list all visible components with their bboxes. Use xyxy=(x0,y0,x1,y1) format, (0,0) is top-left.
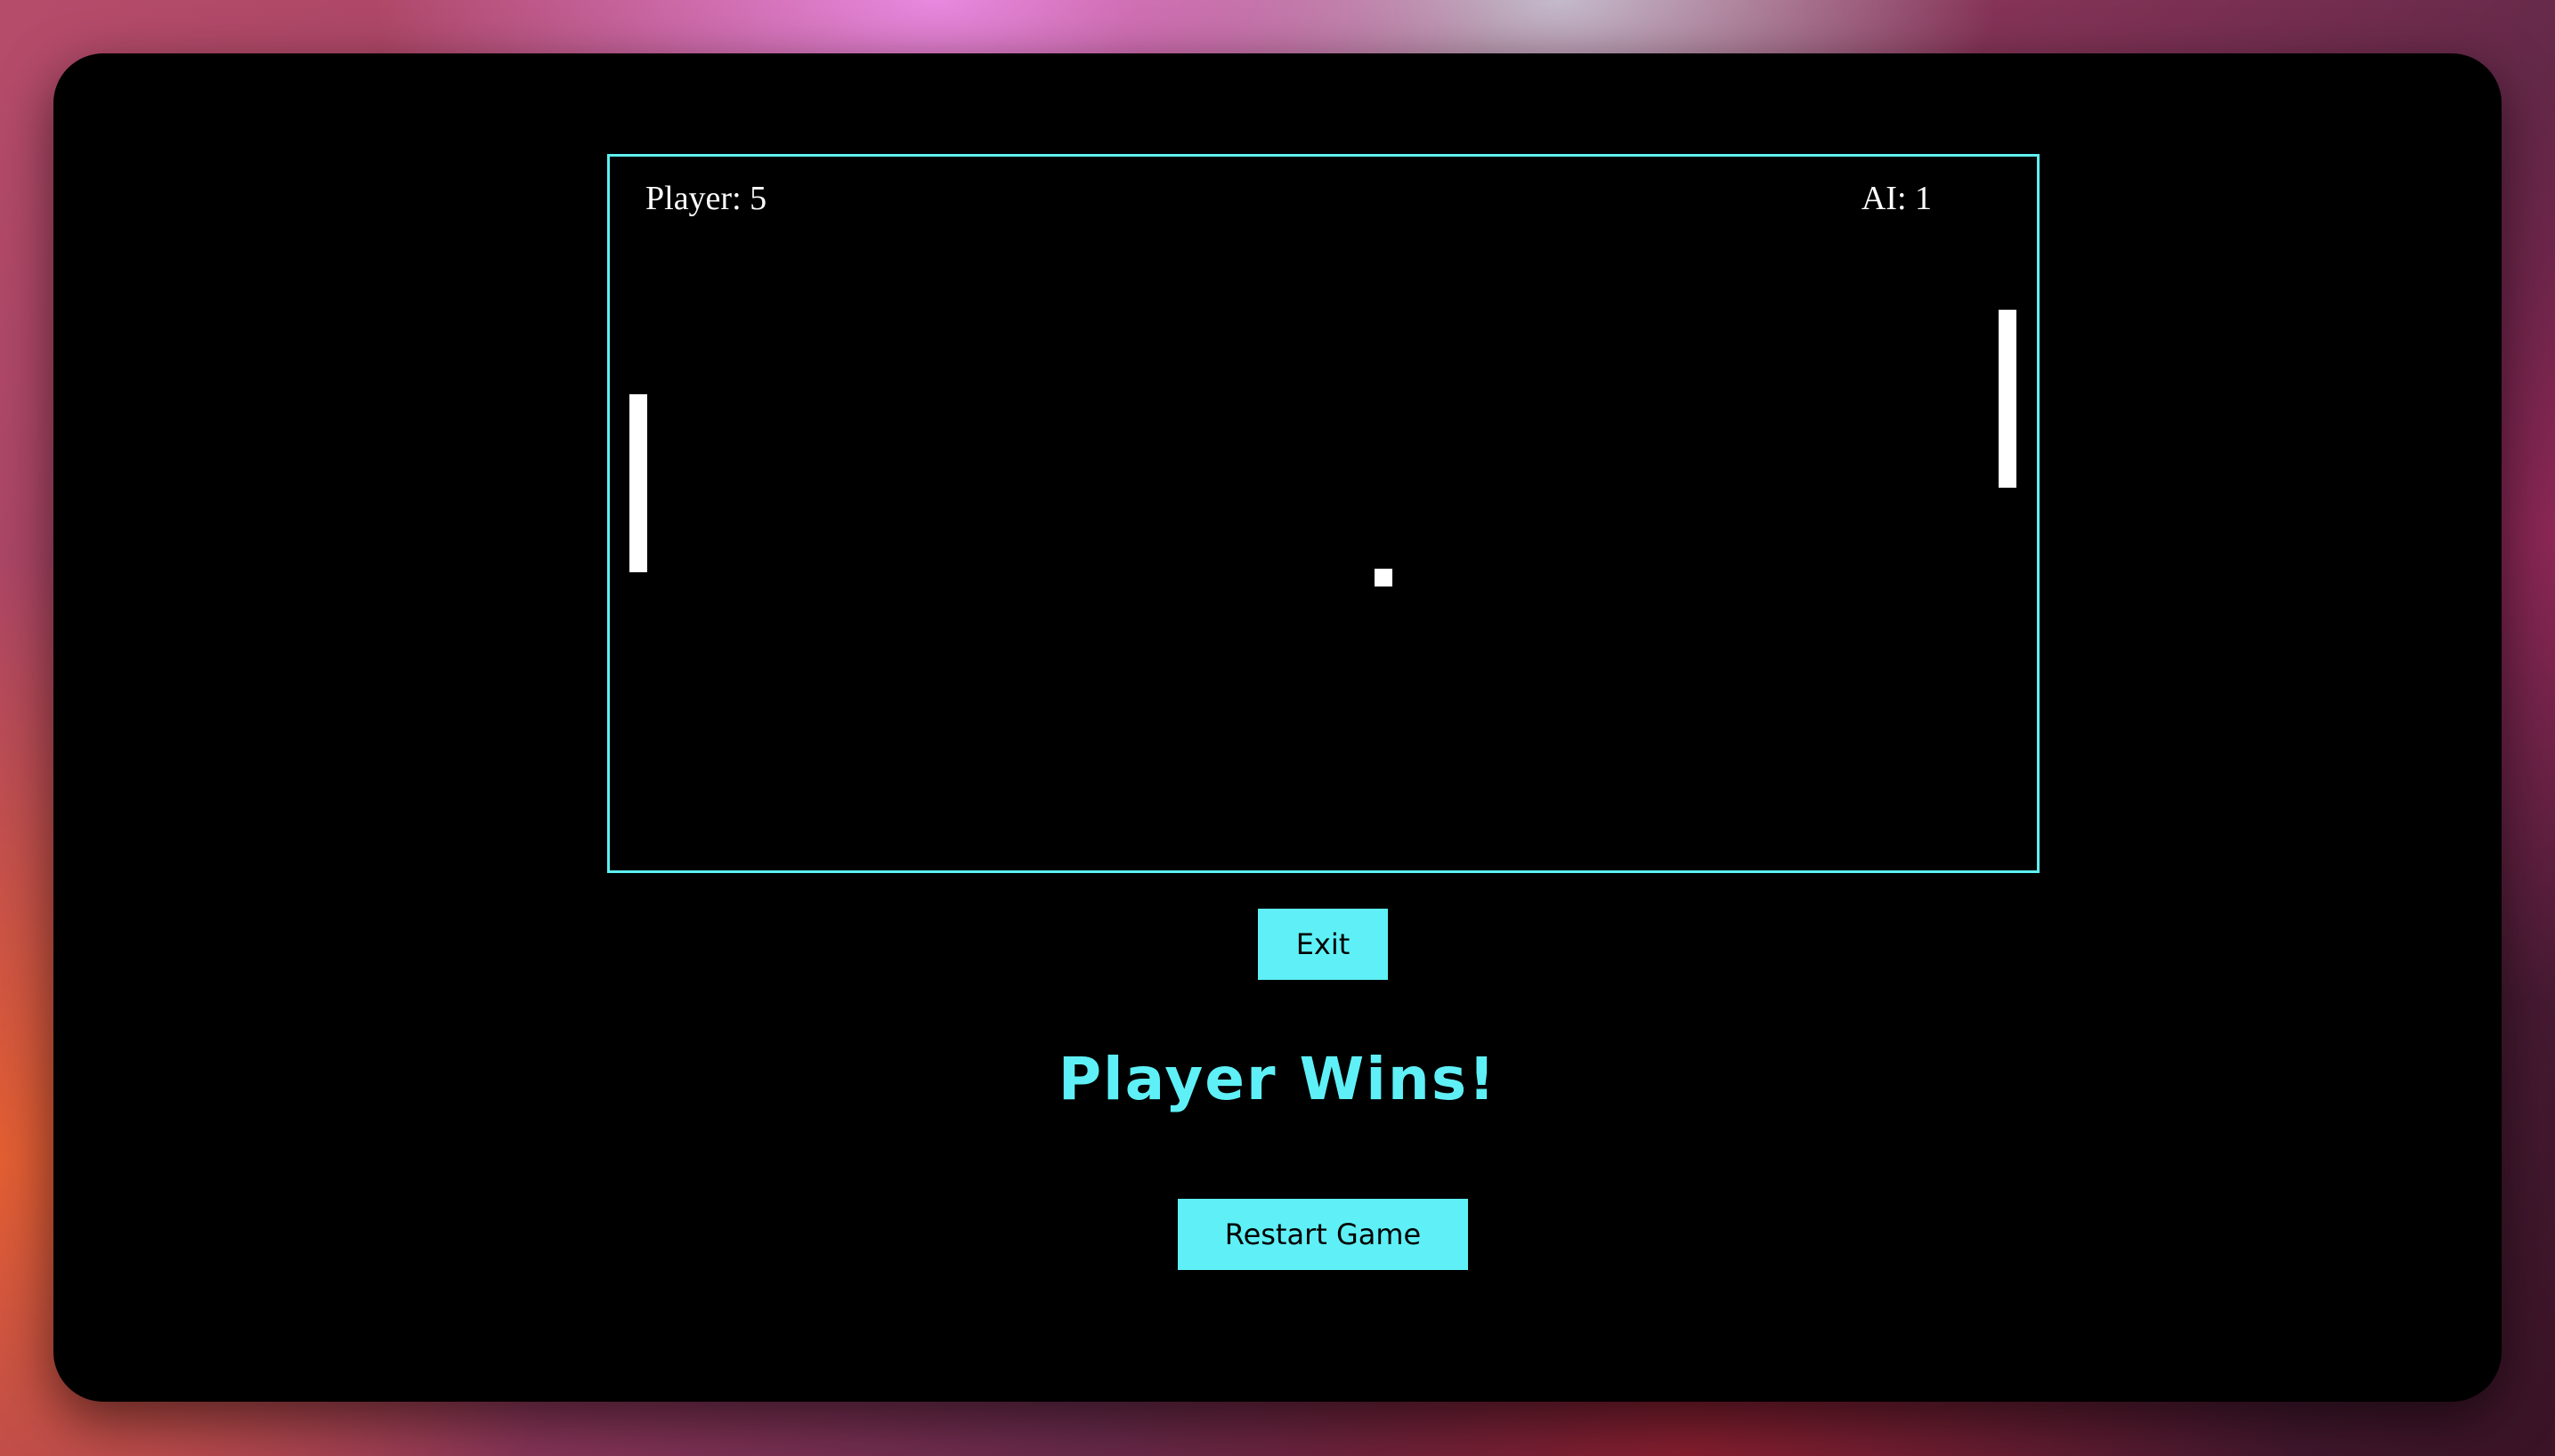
player-score: Player: 5 xyxy=(645,180,767,217)
player-paddle xyxy=(629,394,647,572)
exit-button[interactable]: Exit xyxy=(1258,909,1388,980)
game-canvas[interactable]: Player: 5 AI: 1 xyxy=(607,154,2040,873)
ai-paddle xyxy=(1999,310,2016,488)
restart-game-button[interactable]: Restart Game xyxy=(1178,1199,1468,1270)
ball xyxy=(1375,569,1392,586)
result-message: Player Wins! xyxy=(1058,1045,1497,1113)
game-window: Player: 5 AI: 1 Exit Player Wins! Restar… xyxy=(53,53,2502,1402)
ai-score: AI: 1 xyxy=(1861,180,1932,217)
